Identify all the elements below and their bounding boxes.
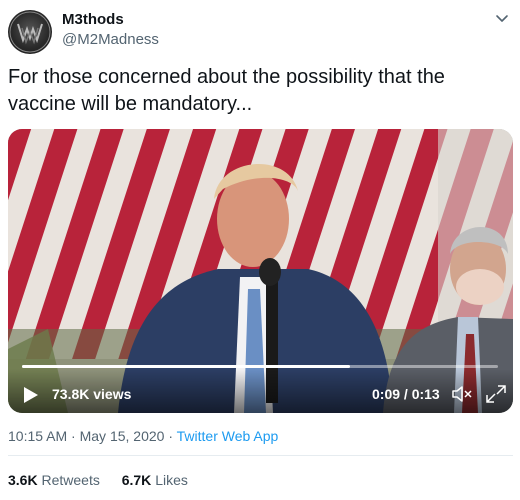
muted-speaker-icon[interactable] — [451, 384, 473, 404]
expand-icon[interactable] — [485, 384, 507, 404]
retweets-stat[interactable]: 3.6K Retweets — [8, 472, 100, 488]
view-count: 73.8K views — [52, 386, 132, 402]
avatar[interactable] — [8, 10, 52, 54]
video-time: 0:09 / 0:13 — [372, 386, 440, 402]
user-handle[interactable]: @M2Madness — [62, 31, 159, 48]
tweet-source-link[interactable]: Twitter Web App — [177, 428, 279, 444]
tweet-date[interactable]: May 15, 2020 — [80, 428, 165, 444]
meta-separator: · — [164, 428, 177, 444]
likes-count: 6.7K — [121, 472, 152, 488]
wm-logo-icon — [9, 11, 51, 53]
progress-fill — [22, 365, 351, 368]
likes-label: Likes — [155, 472, 188, 488]
divider — [8, 455, 513, 456]
retweets-count: 3.6K — [8, 472, 38, 488]
display-name[interactable]: M3thods — [62, 11, 124, 28]
chevron-down-icon[interactable] — [494, 10, 510, 26]
progress-bar[interactable] — [22, 365, 498, 368]
video-player[interactable]: 73.8K views 0:09 / 0:13 — [8, 129, 513, 413]
tweet-card: M3thods @M2Madness For those concerned a… — [0, 0, 520, 500]
tweet-text: For those concerned about the possibilit… — [8, 66, 445, 115]
retweets-label: Retweets — [41, 472, 100, 488]
play-icon[interactable] — [23, 386, 39, 404]
tweet-metadata: 10:15 AM · May 15, 2020 · Twitter Web Ap… — [8, 428, 278, 444]
meta-separator: · — [67, 428, 80, 444]
tweet-time[interactable]: 10:15 AM — [8, 428, 67, 444]
engagement-stats: 3.6K Retweets 6.7K Likes — [8, 472, 188, 488]
likes-stat[interactable]: 6.7K Likes — [122, 472, 188, 488]
